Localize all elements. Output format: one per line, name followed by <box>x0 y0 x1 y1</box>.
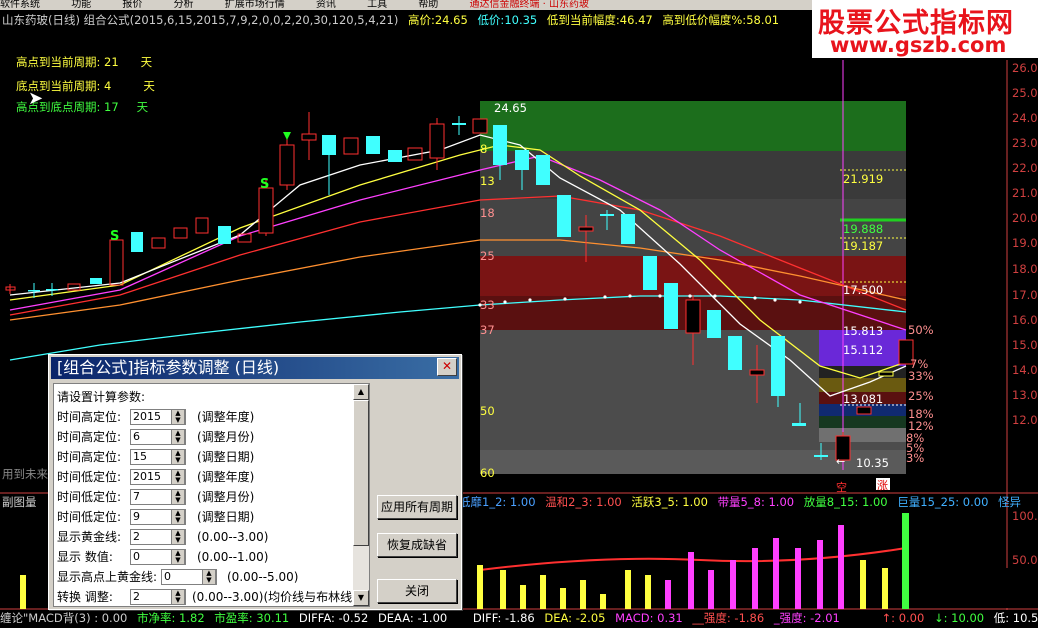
dialog-scrollbar[interactable]: ▲ ▼ <box>353 383 370 607</box>
low-arrow-icon: ← <box>836 455 845 468</box>
top-price-label: 24.65 <box>494 101 527 115</box>
axis-label: 20.00 <box>1012 211 1038 225</box>
dialog-title[interactable]: [组合公式]指标参数调整 (日线) <box>51 357 459 379</box>
axis-label: 18.00 <box>1012 262 1038 276</box>
subpanel-name: 副图量 <box>2 495 37 509</box>
cycle-high-to-now: 高点到当前周期: 21 天 <box>16 55 153 69</box>
axis-label: 15.00 <box>1012 338 1038 352</box>
drop-value: 46.47 <box>619 13 653 27</box>
fib-label: 13 <box>480 174 495 188</box>
signal-s-2: S <box>260 177 269 192</box>
scroll-up-icon[interactable]: ▲ <box>353 384 369 400</box>
fib-label: 50 <box>480 404 495 418</box>
low-value: 10.35 <box>504 13 538 27</box>
menu-item[interactable]: 分析 <box>174 0 194 10</box>
axis-label: 23.00 <box>1012 136 1038 150</box>
indicator-header: 山东药玻(日线) 组合公式(2015,6,15,2015,7,9,2,0,0,2… <box>2 12 840 30</box>
rise-value: 58.01 <box>746 13 780 27</box>
axis-label: 22.00 <box>1012 161 1038 175</box>
axis-label: 16.00 <box>1012 313 1038 327</box>
side-text: 用到未来 <box>2 467 48 481</box>
param-intro: 请设置计算参数: <box>57 390 146 404</box>
menu-item[interactable]: 资讯 <box>316 0 336 10</box>
menu-item[interactable]: 帮助 <box>418 0 438 10</box>
axis-label: 12.00 <box>1012 413 1038 427</box>
menu-item[interactable]: 扩展市场行情 <box>225 0 285 10</box>
subpanel-values: 低靡1_2: 1.00 温和2_3: 1.00 活跃3_5: 1.00 带量5_… <box>459 495 1022 509</box>
spin-icon[interactable]: ▲ ▼ <box>171 469 185 485</box>
level-label: 19.888 <box>843 222 884 236</box>
param-dialog: [组合公式]指标参数调整 (日线) ✕ 请设置计算参数: 时间高定位: 2015… <box>48 354 462 610</box>
level-label: 13.081 <box>843 392 884 406</box>
watermark-logo: 股票公式指标网 www.gszb.com <box>812 0 1038 58</box>
level-label: 17.500 <box>843 283 884 297</box>
axis-label: 13.00 <box>1012 388 1038 402</box>
scroll-down-icon[interactable]: ▼ <box>353 590 369 606</box>
fib-label: 37 <box>480 323 495 337</box>
signal-zhang: 涨 <box>877 479 888 492</box>
level-label: 19.187 <box>843 239 884 253</box>
indicator-footer: 缠论"MACD背(3) : 0.00 市净率: 1.82 市盈率: 30.11 … <box>0 611 1038 625</box>
spin-icon[interactable]: ▲ ▼ <box>171 549 185 565</box>
fib-label: 18 <box>480 206 495 220</box>
mouse-cursor-icon: ➤ <box>28 88 44 109</box>
spin-icon[interactable]: ▲ ▼ <box>171 489 185 505</box>
fib-label: 60 <box>480 466 495 480</box>
menubar-right-text: 通达信金融终端 · 山东药玻 <box>469 0 590 10</box>
param-list: 请设置计算参数: 时间高定位: 2015 ▲ ▼ (调整年度) 时间高定位: 6 … <box>53 383 354 607</box>
bottom-price-label: 10.35 <box>856 456 889 470</box>
sub-axis-label: 50.0 <box>1012 553 1038 567</box>
spin-icon[interactable]: ▲ ▼ <box>171 449 185 465</box>
apply-all-periods-button[interactable]: 应用所有周期 <box>377 495 457 519</box>
fib-label: 8 <box>480 142 488 156</box>
axis-label: 19.00 <box>1012 236 1038 250</box>
fib-pct: 3% <box>906 451 925 465</box>
spin-icon[interactable]: ▲ ▼ <box>171 509 185 525</box>
fib-label: 25 <box>480 249 495 263</box>
indicator-title: 山东药玻(日线) 组合公式(2015,6,15,2015,7,9,2,0,0,2… <box>2 13 399 27</box>
fib-pct: 25% <box>908 389 934 403</box>
axis-label: 26.00 <box>1012 61 1038 75</box>
spin-icon[interactable]: ▲ ▼ <box>202 569 216 585</box>
watermark-url: www.gszb.com <box>830 33 1007 57</box>
high-value: 24.65 <box>434 13 468 27</box>
axis-label: 21.00 <box>1012 186 1038 200</box>
spin-icon[interactable]: ▲ ▼ <box>171 409 185 425</box>
signal-small: 空 <box>836 480 847 494</box>
restore-defaults-button[interactable]: 恢复成缺省 <box>377 533 457 557</box>
level-label: 21.919 <box>843 172 884 186</box>
fib-pct: 33% <box>908 369 934 383</box>
menu-item[interactable]: 功能 <box>71 0 91 10</box>
spin-icon[interactable]: ▲ ▼ <box>171 429 185 445</box>
axis-label: 24.00 <box>1012 111 1038 125</box>
signal-s-1: S <box>110 229 119 244</box>
scroll-thumb[interactable] <box>353 400 369 546</box>
menu-item[interactable]: 工具 <box>367 0 387 10</box>
spin-icon[interactable]: ▲ ▼ <box>171 589 185 605</box>
fib-label: 33 <box>480 298 495 312</box>
close-icon[interactable]: ✕ <box>437 358 457 376</box>
menu-item[interactable]: 软件系统 <box>0 0 40 10</box>
axis-label: 14.00 <box>1012 363 1038 377</box>
axis-label: 17.00 <box>1012 288 1038 302</box>
level-label: 15.813 <box>843 324 884 338</box>
axis-label: 25.00 <box>1012 86 1038 100</box>
fib-pct: 50% <box>908 323 934 337</box>
spin-icon[interactable]: ▲ ▼ <box>171 529 185 545</box>
close-button[interactable]: 关闭 <box>377 579 457 603</box>
menu-item[interactable]: 报价 <box>122 0 142 10</box>
level-label: 15.112 <box>843 343 884 357</box>
